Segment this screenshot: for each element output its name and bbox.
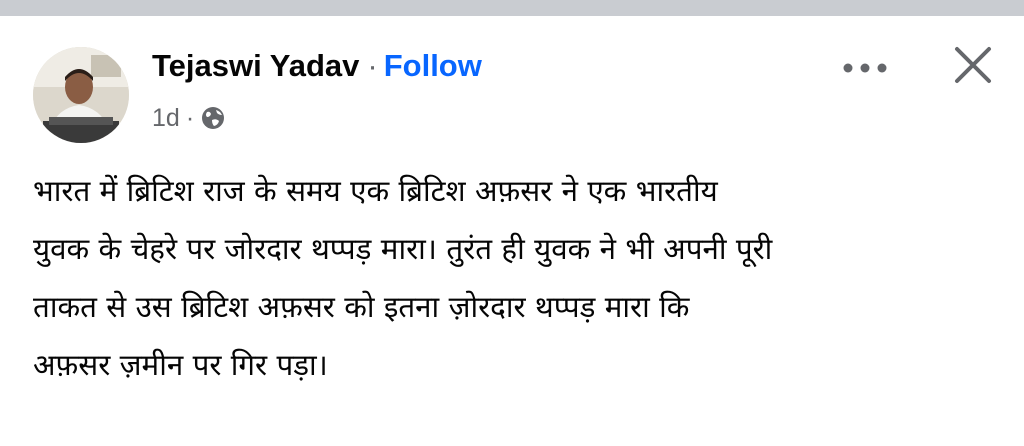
post-text-line: युवक के चेहरे पर जोरदार थप्पड़ मारा। तुर… xyxy=(33,232,773,266)
author-name[interactable]: Tejaswi Yadav xyxy=(152,48,359,84)
post-text-line: ताकत से उस ब्रिटिश अफ़सर को इतना ज़ोरदार… xyxy=(33,290,690,324)
meta-separator-dot: · xyxy=(185,103,195,132)
post-text-line: भारत में ब्रिटिश राज के समय एक ब्रिटिश अ… xyxy=(33,174,718,208)
post-text: भारत में ब्रिटिश राज के समय एक ब्रिटिश अ… xyxy=(33,162,993,394)
close-button[interactable] xyxy=(948,40,998,90)
top-divider-strip xyxy=(0,0,1024,16)
separator-dot: · xyxy=(367,48,378,83)
follow-button[interactable]: Follow xyxy=(384,48,482,84)
post-text-line: अफ़सर ज़मीन पर गिर पड़ा। xyxy=(33,348,328,382)
close-icon xyxy=(955,47,991,83)
author-row: Tejaswi Yadav · Follow xyxy=(152,48,482,88)
globe-icon[interactable] xyxy=(200,105,226,131)
timestamp[interactable]: 1d xyxy=(152,104,180,133)
avatar[interactable] xyxy=(33,47,129,143)
more-options-icon xyxy=(843,63,887,73)
more-options-button[interactable] xyxy=(836,50,894,86)
avatar-photo xyxy=(33,47,129,143)
post-meta: 1d · xyxy=(152,103,226,133)
